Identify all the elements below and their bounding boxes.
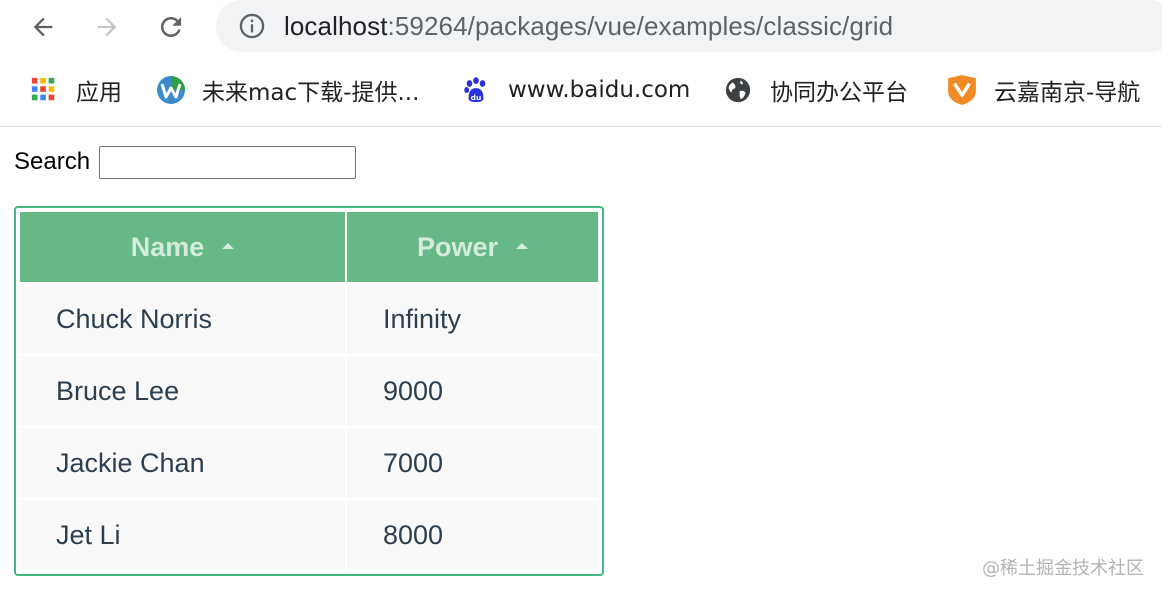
grid-component: Name Power Chuck Norris Infinity Bruce L… (14, 206, 604, 576)
reload-button[interactable] (152, 8, 190, 46)
bookmark-label: 未来mac下载-提供... (202, 80, 420, 106)
column-header-label: Power (416, 231, 499, 262)
address-bar[interactable]: localhost:59264/packages/vue/examples/cl… (216, 0, 1162, 52)
bookmarks-bar: 应用 未来mac下载-提供... du www.baidu.com 协同办公平台 (0, 54, 1162, 127)
cell-power: Infinity (346, 282, 598, 355)
wlmac-logo-icon (157, 76, 185, 104)
url-text: localhost:59264/packages/vue/examples/cl… (284, 9, 893, 43)
shield-logo-icon (948, 75, 976, 105)
globe-icon (725, 77, 751, 103)
url-path: :59264/packages/vue/examples/classic/gri… (387, 11, 894, 41)
bookmark-label: 云嘉南京-导航 (994, 80, 1141, 106)
forward-button[interactable] (88, 8, 126, 46)
url-host: localhost (284, 11, 388, 41)
search-form: Search (14, 142, 357, 182)
reload-icon (161, 17, 181, 37)
column-header-power[interactable]: Power (346, 212, 598, 283)
arrow-right-icon (97, 17, 117, 37)
cell-power: 9000 (346, 354, 598, 427)
svg-text:du: du (471, 93, 482, 102)
watermark: @稀土掘金技术社区 (982, 558, 1144, 579)
data-grid: Name Power Chuck Norris Infinity Bruce L… (20, 212, 598, 570)
column-header-label: Name (130, 231, 205, 262)
table-row: Jet Li 8000 (20, 498, 598, 570)
table-row: Jackie Chan 7000 (20, 426, 598, 499)
cell-name: Chuck Norris (20, 282, 347, 355)
info-icon[interactable] (238, 12, 266, 40)
cell-power: 8000 (346, 498, 598, 570)
grid-header-row: Name Power (20, 212, 598, 283)
back-button[interactable] (24, 8, 62, 46)
cell-name: Jackie Chan (20, 426, 347, 499)
bookmark-label: 应用 (76, 80, 122, 106)
table-row: Chuck Norris Infinity (20, 282, 598, 355)
bookmark-apps[interactable]: 应用 (30, 72, 122, 108)
bookmark-wlmac[interactable]: 未来mac下载-提供... (156, 72, 419, 108)
bookmark-yunjia[interactable]: 云嘉南京-导航 (946, 72, 1140, 108)
search-label: Search (14, 148, 91, 175)
table-row: Bruce Lee 9000 (20, 354, 598, 427)
baidu-paw-icon: du (464, 77, 486, 103)
bookmark-label: www.baidu.com (508, 77, 691, 103)
apps-grid-icon (31, 77, 55, 101)
sort-asc-icon (516, 243, 529, 250)
column-header-name[interactable]: Name (20, 212, 347, 283)
arrow-left-icon (33, 17, 53, 37)
browser-toolbar: localhost:59264/packages/vue/examples/cl… (0, 0, 1162, 54)
bookmark-baidu[interactable]: du www.baidu.com (462, 72, 690, 108)
cell-power: 7000 (346, 426, 598, 499)
bookmark-label: 协同办公平台 (770, 80, 908, 106)
search-input[interactable] (99, 145, 357, 179)
cell-name: Jet Li (20, 498, 347, 570)
bookmark-xietong[interactable]: 协同办公平台 (724, 72, 908, 108)
sort-asc-icon (222, 243, 235, 250)
cell-name: Bruce Lee (20, 354, 347, 427)
